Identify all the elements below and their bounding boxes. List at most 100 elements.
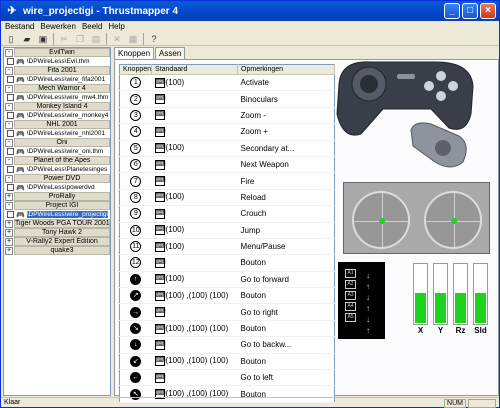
remark-cell[interactable]: Bouton [237, 353, 335, 371]
mapping-row[interactable]: ↙ ⌨(100) ,(100) (100) Bouton [119, 353, 335, 371]
profile-file-item[interactable]: 🎮 \DPWireLess\wire_mw4.thm [4, 93, 110, 102]
standard-cell[interactable]: ⌨ [151, 107, 238, 125]
standard-cell[interactable]: ⌨ [151, 336, 238, 354]
mapping-row[interactable]: ↓ ⌨ Go to backw... [119, 336, 335, 354]
column-header-standaard[interactable]: Standaard [151, 64, 239, 75]
mapping-row[interactable]: 9 ⌨ Crouch [119, 205, 335, 223]
mapping-row[interactable]: ← ⌨ Go to left [119, 369, 335, 387]
mapping-row[interactable]: 7 ⌨ Fire [119, 172, 335, 190]
standard-cell[interactable]: ⌨(100) ,(100) (100) [151, 287, 238, 305]
remark-cell[interactable]: Go to forward [237, 271, 335, 289]
game-group[interactable]: - Planet of the Apes [4, 156, 110, 165]
expand-icon[interactable]: + [5, 246, 13, 255]
remark-cell[interactable]: Zoom - [237, 107, 335, 125]
mapping-row[interactable]: ↘ ⌨(100) ,(100) (100) Bouton [119, 320, 335, 338]
minimize-button[interactable]: _ [444, 3, 460, 19]
standard-cell[interactable]: ⌨ [151, 90, 238, 108]
remark-cell[interactable]: Menu/Pause [237, 238, 335, 256]
profile-file-item[interactable]: 🎮 \DPWireLess\powerdvd [4, 183, 110, 192]
mapping-row[interactable]: ↗ ⌨(100) ,(100) (100) Bouton [119, 287, 335, 305]
expand-icon[interactable]: + [5, 237, 13, 246]
standard-cell[interactable]: ⌨(100) [151, 74, 238, 92]
expand-icon[interactable]: + [5, 228, 13, 237]
collapse-icon[interactable]: - [5, 84, 13, 93]
profile-file-item[interactable]: 🎮 \DPWireLess\wire_nhl2001 [4, 129, 110, 138]
game-group[interactable]: + quake3 [4, 246, 110, 255]
mapping-row[interactable]: 6 ⌨ Next Weapon [119, 156, 335, 174]
mapping-row[interactable]: 4 ⌨ Zoom + [119, 123, 335, 141]
standard-cell[interactable]: ⌨ [151, 303, 238, 321]
mapping-row[interactable]: 8 ⌨(100) Reload [119, 189, 335, 207]
title-bar[interactable]: ✈ wire_projectigi - Thrustmapper 4 _ □ × [1, 1, 499, 21]
profile-file-item[interactable]: 🎮 \DPWireLess\wire_fifa2001 [4, 75, 110, 84]
profile-checkbox[interactable] [7, 58, 14, 65]
profile-checkbox[interactable] [7, 166, 14, 173]
open-icon[interactable]: ▰ [21, 33, 33, 45]
close-button[interactable]: × [480, 3, 496, 19]
game-group[interactable]: - Project IGI [4, 201, 110, 210]
save-icon[interactable]: ▣ [37, 33, 49, 45]
remark-cell[interactable]: Go to right [237, 303, 335, 321]
remark-cell[interactable]: Fire [237, 172, 335, 190]
standard-cell[interactable]: ⌨ [151, 205, 238, 223]
collapse-icon[interactable]: - [5, 138, 13, 147]
game-group[interactable]: + Tiger Woods PGA TOUR 2001 [4, 219, 110, 228]
mapping-row[interactable]: → ⌨ Go to right [119, 303, 335, 321]
tab-knoppen[interactable]: Knoppen [114, 47, 155, 59]
cut-icon[interactable]: ✂ [58, 33, 70, 45]
help-icon[interactable]: ? [148, 33, 160, 45]
remark-cell[interactable]: Go to backw... [237, 336, 335, 354]
profile-checkbox[interactable] [7, 130, 14, 137]
game-group[interactable]: - Power DVD [4, 174, 110, 183]
remark-cell[interactable]: Activate [237, 74, 335, 92]
game-profile-tree[interactable]: - EvilTwin 🎮 \DPWireLess\Evil.thm - Fifa 2001… [3, 47, 111, 396]
game-group[interactable]: + V-Rally2 Expert Edition [4, 237, 110, 246]
standard-cell[interactable]: ⌨ [151, 254, 238, 272]
remark-cell[interactable]: Go to left [237, 369, 335, 387]
collapse-icon[interactable]: - [5, 66, 13, 75]
standard-cell[interactable]: ⌨(100) [151, 189, 238, 207]
paste-icon[interactable]: ▤ [90, 33, 102, 45]
collapse-icon[interactable]: - [5, 156, 13, 165]
game-group[interactable]: - Oni [4, 138, 110, 147]
mapping-row[interactable]: ↑ ⌨(100) Go to forward [119, 271, 335, 289]
mapping-row[interactable]: 2 ⌨ Binoculars [119, 90, 335, 108]
standard-cell[interactable]: ⌨ [151, 369, 238, 387]
collapse-icon[interactable]: - [5, 174, 13, 183]
remark-cell[interactable]: Binoculars [237, 90, 335, 108]
profile-checkbox[interactable] [7, 94, 14, 101]
profile-file-item[interactable]: 🎮 \DPWireLess\Planetesinges [4, 165, 110, 174]
mapping-row[interactable]: 10 ⌨(100) Jump [119, 222, 335, 239]
mapping-row[interactable]: 11 ⌨(100) Menu/Pause [119, 238, 335, 256]
mapping-row[interactable]: 1 ⌨(100) Activate [119, 74, 335, 92]
standard-cell[interactable]: ⌨(100) ,(100) (100) [151, 320, 238, 338]
standard-cell[interactable]: ⌨(100) ,(100) (100) [151, 353, 238, 371]
menu-beeld[interactable]: Beeld [82, 21, 102, 32]
standard-cell[interactable]: ⌨ [151, 123, 238, 141]
remark-cell[interactable]: Next Weapon [237, 156, 335, 174]
remark-cell[interactable]: Bouton [237, 320, 335, 338]
maximize-button[interactable]: □ [462, 3, 478, 19]
standard-cell[interactable]: ⌨(100) [151, 140, 238, 157]
profile-checkbox[interactable] [7, 184, 14, 191]
profile-file-item[interactable]: 🎮 \DPWireLess\Evil.thm [4, 57, 110, 66]
standard-cell[interactable]: ⌨(100) [151, 238, 238, 256]
standard-cell[interactable]: ⌨(100) [151, 271, 238, 289]
delete-icon[interactable]: ✕ [111, 33, 123, 45]
game-group[interactable]: + ProRally [4, 192, 110, 201]
expand-icon[interactable]: + [5, 219, 13, 228]
collapse-icon[interactable]: - [5, 201, 13, 210]
mapping-row[interactable]: 3 ⌨ Zoom - [119, 107, 335, 125]
column-header-knoppen[interactable]: Knoppen [119, 64, 153, 75]
copy-icon[interactable]: ❐ [74, 33, 86, 45]
menu-bestand[interactable]: Bestand [5, 21, 34, 32]
remark-cell[interactable]: Zoom + [237, 123, 335, 141]
mapping-row[interactable]: 12 ⌨ Bouton [119, 254, 335, 272]
game-group[interactable]: - EvilTwin [4, 48, 110, 57]
new-icon[interactable]: ▯ [5, 33, 17, 45]
collapse-icon[interactable]: - [5, 48, 13, 57]
profile-file-item[interactable]: 🎮 \DPWireLess\wire_monkey4 [4, 111, 110, 120]
collapse-icon[interactable]: - [5, 120, 13, 129]
profile-checkbox[interactable] [7, 112, 14, 119]
profile-checkbox[interactable] [7, 211, 14, 218]
